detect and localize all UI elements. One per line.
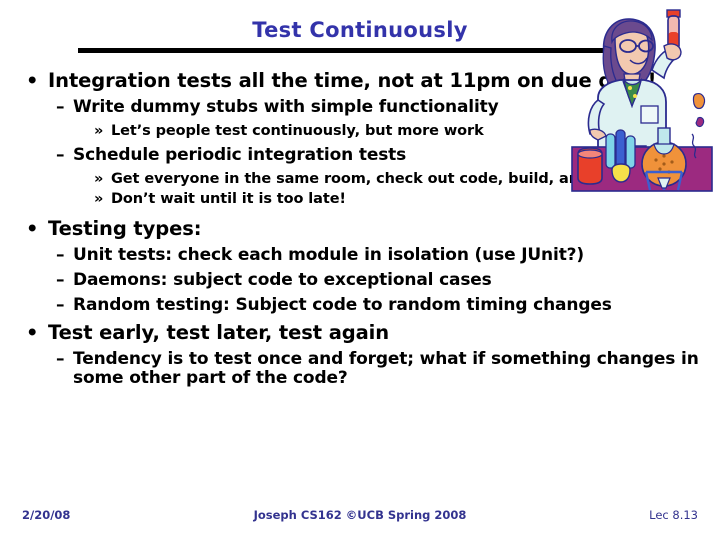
dash-marker: – xyxy=(56,270,65,291)
slide-footer: 2/20/08 Joseph CS162 ©UCB Spring 2008 Le… xyxy=(0,508,720,528)
footer-attribution: Joseph CS162 ©UCB Spring 2008 xyxy=(253,508,467,522)
list-item-text: Testing types: xyxy=(48,217,202,241)
dash-marker: – xyxy=(56,348,65,369)
bullet-marker: • xyxy=(26,69,39,92)
list-item: – Random testing: Subject code to random… xyxy=(0,296,720,315)
footer-lecture-number: Lec 8.13 xyxy=(649,508,698,522)
guillemet-marker: » xyxy=(94,123,104,140)
list-item-text: Tendency is to test once and forget; wha… xyxy=(73,348,699,388)
slide-canvas: Test Continuously • Integration tests al… xyxy=(0,0,720,540)
list-item: • Test early, test later, test again xyxy=(0,320,720,344)
list-item: • Testing types: xyxy=(0,218,720,240)
list-item-text: Let’s people test continuously, but more… xyxy=(111,123,484,140)
list-item-text: Unit tests: check each module in isolati… xyxy=(73,245,584,266)
list-item: – Daemons: subject code to exceptional c… xyxy=(0,271,720,290)
guillemet-marker: » xyxy=(94,170,104,187)
title-divider xyxy=(78,48,640,53)
bullet-marker: • xyxy=(26,217,39,241)
list-item: – Unit tests: check each module in isola… xyxy=(0,245,720,266)
list-item-text: Schedule periodic integration tests xyxy=(73,144,407,165)
guillemet-marker: » xyxy=(94,190,104,207)
dash-marker: – xyxy=(56,144,65,165)
bullet-marker: • xyxy=(26,320,39,344)
dash-marker: – xyxy=(56,245,65,266)
list-item-text: Test early, test later, test again xyxy=(48,320,390,344)
list-item-text: Get everyone in the same room, check out… xyxy=(111,170,632,187)
dash-marker: – xyxy=(56,295,65,316)
dash-marker: – xyxy=(56,96,65,117)
list-item-text: Random testing: Subject code to random t… xyxy=(73,295,612,316)
list-item-text: Write dummy stubs with simple functional… xyxy=(73,96,499,117)
list-item-text: Don’t wait until it is too late! xyxy=(111,190,346,207)
list-item: – Tendency is to test once and forget; w… xyxy=(0,348,720,388)
scientist-with-test-tube-icon xyxy=(568,2,716,194)
list-item-text: Integration tests all the time, not at 1… xyxy=(48,69,657,92)
list-item-text: Daemons: subject code to exceptional cas… xyxy=(73,270,492,291)
